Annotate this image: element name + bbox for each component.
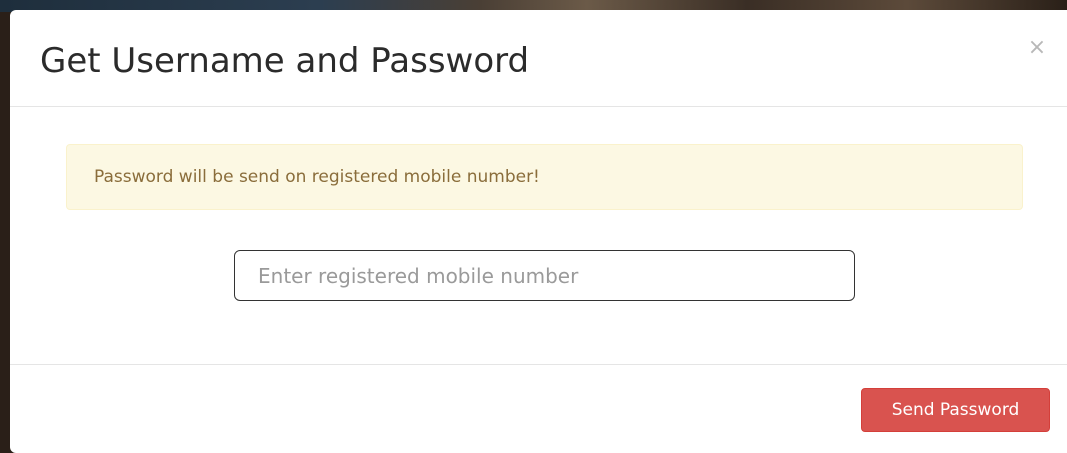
mobile-number-input[interactable] xyxy=(234,250,855,301)
close-icon[interactable]: × xyxy=(1027,36,1047,60)
send-password-button[interactable]: Send Password xyxy=(861,388,1050,432)
alert-message: Password will be send on registered mobi… xyxy=(94,167,540,187)
modal-title: Get Username and Password xyxy=(40,41,530,81)
info-alert: Password will be send on registered mobi… xyxy=(66,144,1023,210)
modal-body: Password will be send on registered mobi… xyxy=(10,107,1067,364)
modal-header: Get Username and Password × xyxy=(10,10,1067,107)
get-credentials-modal: Get Username and Password × Password wil… xyxy=(10,10,1067,453)
modal-footer: Send Password xyxy=(10,364,1067,453)
